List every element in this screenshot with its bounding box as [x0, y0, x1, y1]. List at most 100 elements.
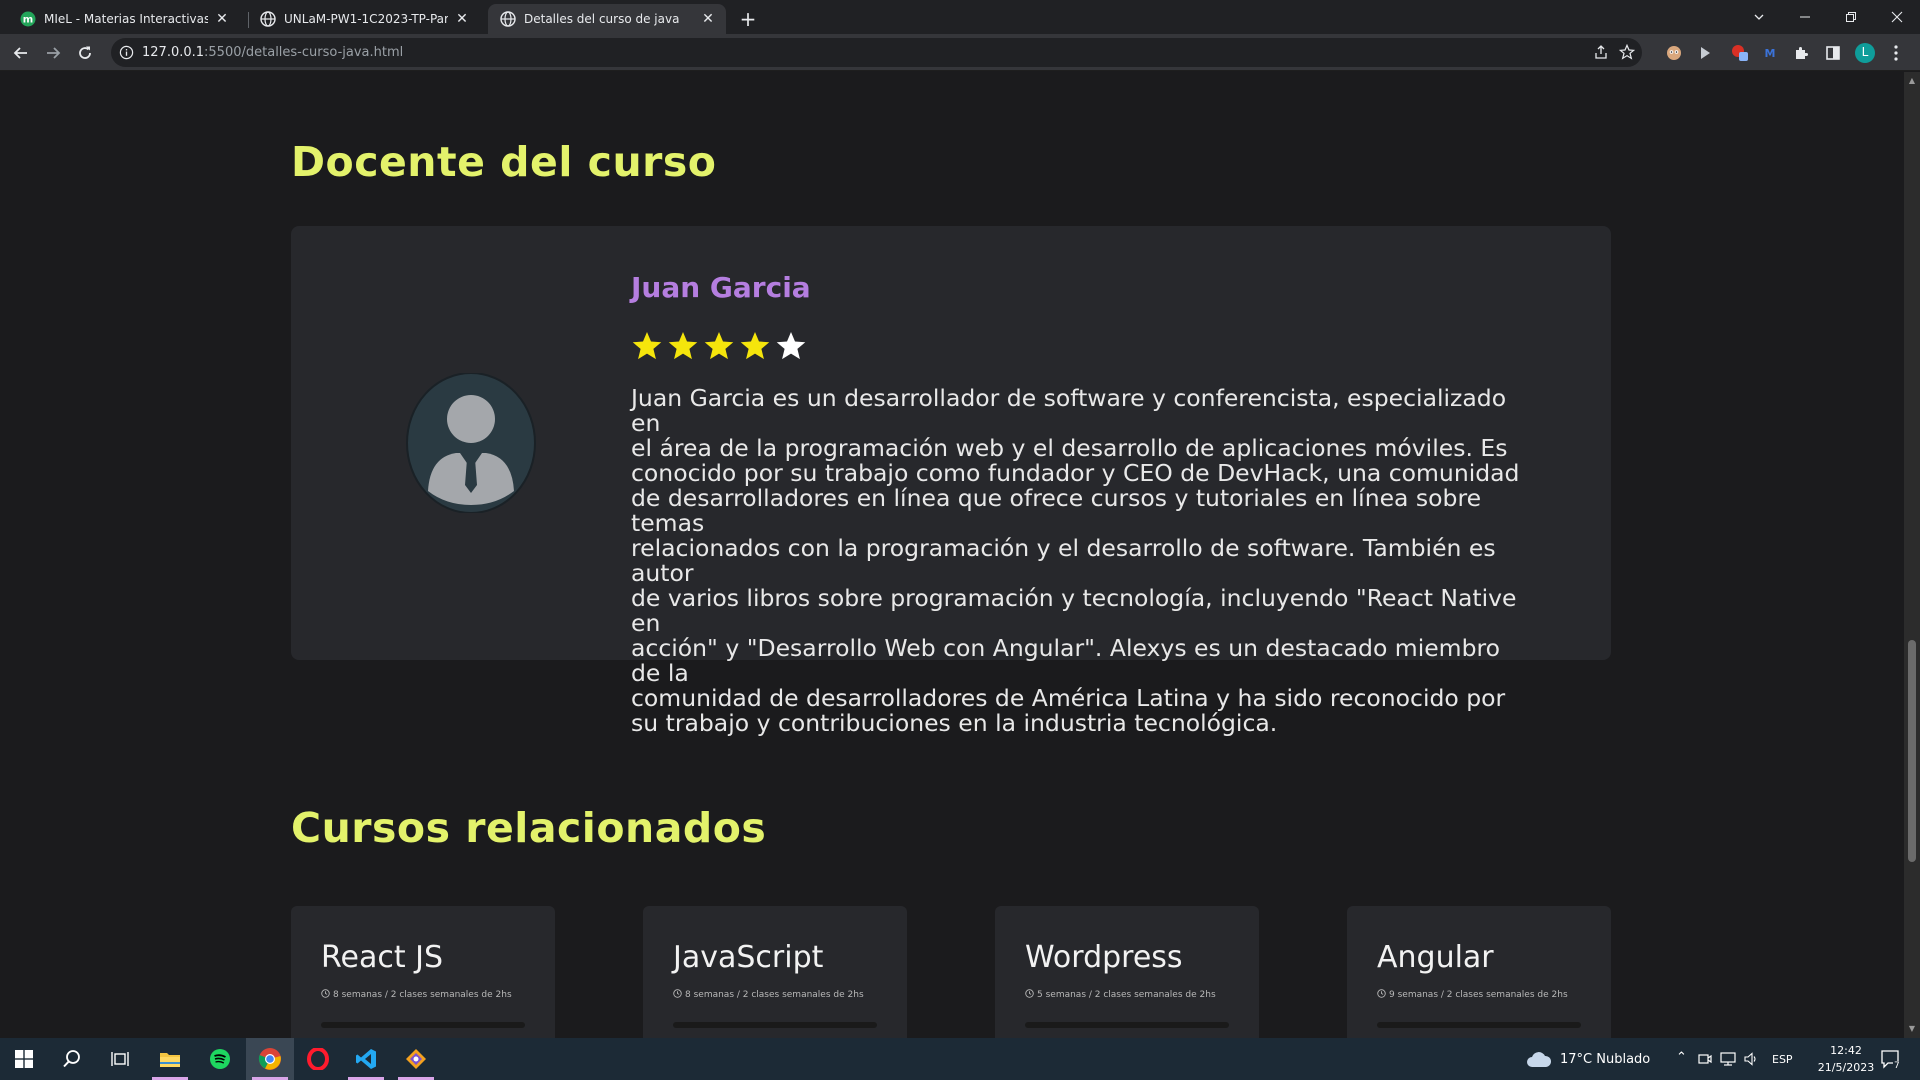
course-card-footer	[1025, 1022, 1229, 1028]
extension-face-icon[interactable]	[1664, 43, 1684, 63]
globe-icon	[500, 11, 516, 27]
course-card-javascript[interactable]: JavaScript 8 semanas / 2 clases semanale…	[643, 906, 907, 1038]
clock-icon	[673, 989, 682, 1001]
opera-icon[interactable]	[294, 1038, 342, 1080]
close-tab-icon[interactable]: ✕	[214, 11, 230, 27]
tab-miel[interactable]: m MIeL - Materias Interactivas en Lí ✕	[8, 4, 240, 34]
url-host: 127.0.0.1	[142, 45, 205, 60]
tab-search-icon[interactable]	[1736, 0, 1782, 34]
course-card-footer	[1377, 1022, 1581, 1028]
course-meta: 8 semanas / 2 clases semanales de 2hs	[673, 989, 864, 1001]
show-hidden-icons-icon[interactable]: ⌃	[1676, 1050, 1687, 1065]
teacher-avatar-icon	[406, 372, 536, 514]
teacher-rating	[631, 330, 807, 362]
course-meta-text: 9 semanas / 2 clases semanales de 2hs	[1389, 990, 1568, 1000]
profile-initial: L	[1861, 45, 1869, 59]
tab-title: Detalles del curso de java	[524, 12, 680, 26]
forward-button[interactable]	[40, 40, 66, 66]
star-filled-icon	[632, 332, 662, 360]
clock-icon	[1377, 989, 1386, 1001]
task-view-icon[interactable]	[96, 1038, 144, 1080]
weather-text[interactable]: 17°C Nublado	[1560, 1052, 1650, 1067]
close-tab-icon[interactable]: ✕	[454, 11, 470, 27]
course-meta-text: 5 semanas / 2 clases semanales de 2hs	[1037, 990, 1216, 1000]
course-card-angular[interactable]: Angular 9 semanas / 2 clases semanales d…	[1347, 906, 1611, 1038]
vscode-icon[interactable]	[342, 1038, 390, 1080]
scroll-up-arrow-icon[interactable]: ▲	[1907, 76, 1917, 86]
clock-icon	[321, 989, 330, 1001]
url-text: 127.0.0.1:5500/detalles-curso-java.html	[142, 45, 403, 60]
network-icon[interactable]	[1720, 1051, 1736, 1070]
star-empty-icon	[776, 332, 806, 360]
star-filled-icon	[668, 332, 698, 360]
bio-line: acción" y "Desarrollo Web con Angular". …	[631, 634, 1501, 687]
close-tab-icon[interactable]: ✕	[700, 11, 716, 27]
restore-button[interactable]	[1828, 0, 1874, 34]
share-icon[interactable]	[1591, 42, 1611, 62]
teacher-section-title: Docente del curso	[291, 138, 717, 186]
course-name: JavaScript	[673, 940, 824, 975]
address-bar[interactable]: 127.0.0.1:5500/detalles-curso-java.html	[111, 38, 1642, 67]
scroll-down-arrow-icon[interactable]: ▼	[1907, 1024, 1917, 1034]
course-meta: 9 semanas / 2 clases semanales de 2hs	[1377, 989, 1568, 1001]
volume-icon[interactable]	[1744, 1051, 1760, 1070]
file-explorer-icon[interactable]	[146, 1038, 194, 1080]
scrollbar-thumb[interactable]	[1908, 640, 1916, 862]
camera-icon[interactable]	[1698, 1051, 1712, 1070]
tab-title: UNLaM-PW1-1C2023-TP-Parte1	[284, 12, 448, 26]
course-card-footer	[321, 1022, 525, 1028]
clock-time[interactable]: 12:42	[1822, 1044, 1870, 1057]
extension-adblock-icon[interactable]	[1730, 43, 1750, 63]
extension-m-icon[interactable]: M	[1760, 43, 1780, 63]
course-card-wordpress[interactable]: Wordpress 5 semanas / 2 clases semanales…	[995, 906, 1259, 1038]
browser-tab-bar: m MIeL - Materias Interactivas en Lí ✕ U…	[0, 0, 1920, 34]
related-section-title: Cursos relacionados	[291, 804, 767, 852]
profile-avatar[interactable]: L	[1855, 43, 1875, 63]
minimize-button[interactable]	[1782, 0, 1828, 34]
course-meta: 5 semanas / 2 clases semanales de 2hs	[1025, 989, 1216, 1001]
bio-line: Juan Garcia es un desarrollador de softw…	[631, 384, 1507, 437]
bio-line: comunidad de desarrolladores de América …	[631, 684, 1506, 712]
globe-icon	[260, 11, 276, 27]
extensions-puzzle-icon[interactable]	[1791, 43, 1811, 63]
bio-line: de varios libros sobre programación y te…	[631, 584, 1517, 637]
new-tab-button[interactable]: +	[736, 7, 760, 31]
back-button[interactable]	[8, 40, 34, 66]
start-button[interactable]	[0, 1038, 48, 1080]
clock-icon	[1025, 989, 1034, 1001]
search-icon[interactable]	[48, 1038, 96, 1080]
site-info-icon[interactable]	[119, 45, 134, 60]
reload-button[interactable]	[72, 40, 98, 66]
course-card-react[interactable]: React JS 8 semanas / 2 clases semanales …	[291, 906, 555, 1038]
course-name: Angular	[1377, 940, 1494, 975]
notification-count-badge: 7	[1893, 1061, 1901, 1071]
course-name: Wordpress	[1025, 940, 1183, 975]
teacher-bio: Juan Garcia es un desarrollador de softw…	[631, 386, 1531, 736]
extension-play-icon[interactable]	[1695, 43, 1715, 63]
chrome-menu-icon[interactable]	[1886, 43, 1906, 63]
moodle-m-icon: m	[20, 11, 36, 27]
browser-toolbar: 127.0.0.1:5500/detalles-curso-java.html …	[0, 34, 1920, 71]
close-window-button[interactable]	[1874, 0, 1920, 34]
spotify-icon[interactable]	[196, 1038, 244, 1080]
bookmark-star-icon[interactable]	[1617, 42, 1637, 62]
star-filled-icon	[740, 332, 770, 360]
page-content: Docente del curso Juan Garcia Juan Garci…	[0, 72, 1904, 1038]
course-meta-text: 8 semanas / 2 clases semanales de 2hs	[333, 990, 512, 1000]
language-indicator[interactable]: ESP	[1772, 1053, 1793, 1066]
bio-line: conocido por su trabajo como fundador y …	[631, 459, 1520, 487]
tab-unlam[interactable]: UNLaM-PW1-1C2023-TP-Parte1 ✕	[248, 4, 480, 34]
side-panel-icon[interactable]	[1823, 43, 1843, 63]
gitkraken-icon[interactable]	[392, 1038, 440, 1080]
bio-line: de desarrolladores en línea que ofrece c…	[631, 484, 1482, 537]
page-scrollbar[interactable]: ▲ ▼	[1904, 72, 1920, 1038]
star-filled-icon	[704, 332, 734, 360]
weather-cloud-icon[interactable]	[1526, 1050, 1552, 1072]
tab-detalles[interactable]: Detalles del curso de java ✕	[488, 4, 726, 34]
url-path: :5500/detalles-curso-java.html	[204, 45, 404, 60]
chrome-taskbar-icon[interactable]	[246, 1038, 294, 1080]
course-name: React JS	[321, 940, 444, 975]
course-meta-text: 8 semanas / 2 clases semanales de 2hs	[685, 990, 864, 1000]
tab-title: MIeL - Materias Interactivas en Lí	[44, 12, 208, 26]
clock-date[interactable]: 21/5/2023	[1808, 1061, 1884, 1074]
